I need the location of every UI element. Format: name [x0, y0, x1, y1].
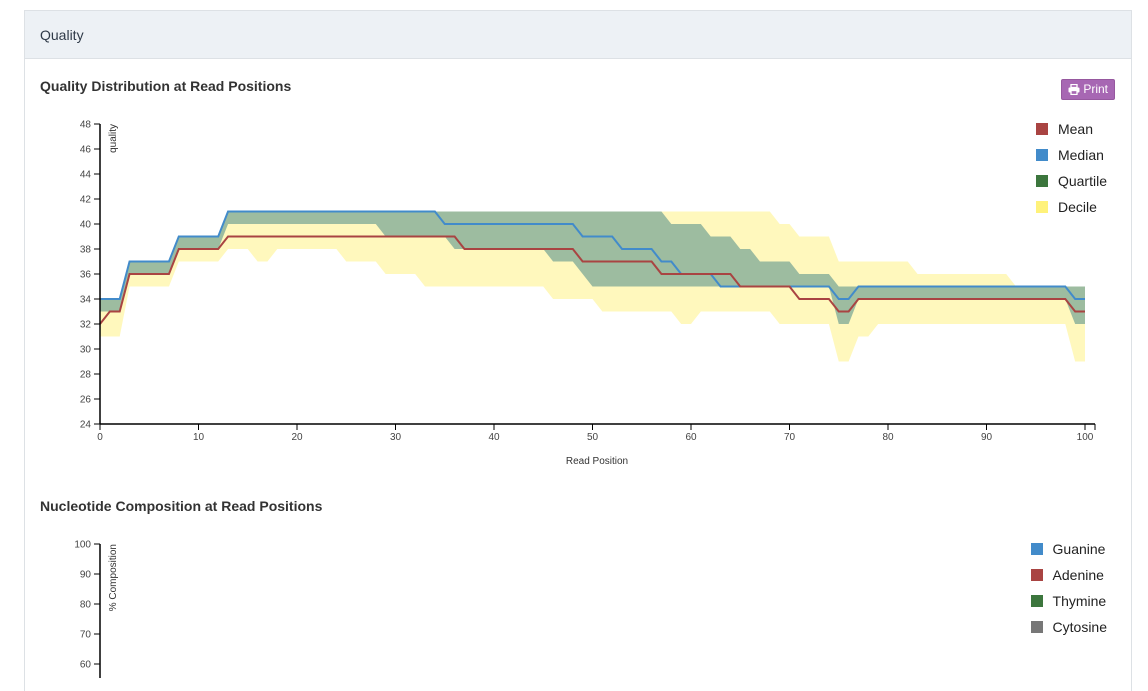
quality-chart-title: Quality Distribution at Read Positions: [40, 78, 292, 94]
print-button[interactable]: Print: [1061, 79, 1115, 100]
nucleotide-chart-title: Nucleotide Composition at Read Positions: [40, 498, 323, 514]
legend-item-mean[interactable]: Mean: [1035, 116, 1107, 142]
legend-swatch: [1030, 569, 1043, 581]
legend-swatch: [1035, 175, 1048, 187]
legend-swatch: [1035, 149, 1048, 161]
print-icon: [1068, 83, 1080, 95]
panel-header: Quality: [25, 11, 1131, 59]
legend-swatch: [1030, 621, 1043, 633]
legend-swatch: [1030, 543, 1043, 555]
panel-title: Quality: [40, 26, 84, 43]
legend-item-median[interactable]: Median: [1035, 142, 1107, 168]
legend-item-thymine[interactable]: Thymine: [1030, 588, 1107, 614]
print-label: Print: [1083, 82, 1108, 96]
legend-item-adenine[interactable]: Adenine: [1030, 562, 1107, 588]
legend-item-decile[interactable]: Decile: [1035, 194, 1107, 220]
legend-item-cytosine[interactable]: Cytosine: [1030, 614, 1107, 640]
legend-swatch: [1035, 201, 1048, 213]
quality-panel: Quality Quality Distribution at Read Pos…: [24, 10, 1132, 691]
legend-swatch: [1030, 595, 1043, 607]
quality-legend: Mean Median Quartile Decile: [1035, 116, 1107, 220]
nucleotide-legend: Guanine Adenine Thymine Cytosine: [1030, 536, 1107, 640]
legend-swatch: [1035, 123, 1048, 135]
legend-item-guanine[interactable]: Guanine: [1030, 536, 1107, 562]
legend-item-quartile[interactable]: Quartile: [1035, 168, 1107, 194]
